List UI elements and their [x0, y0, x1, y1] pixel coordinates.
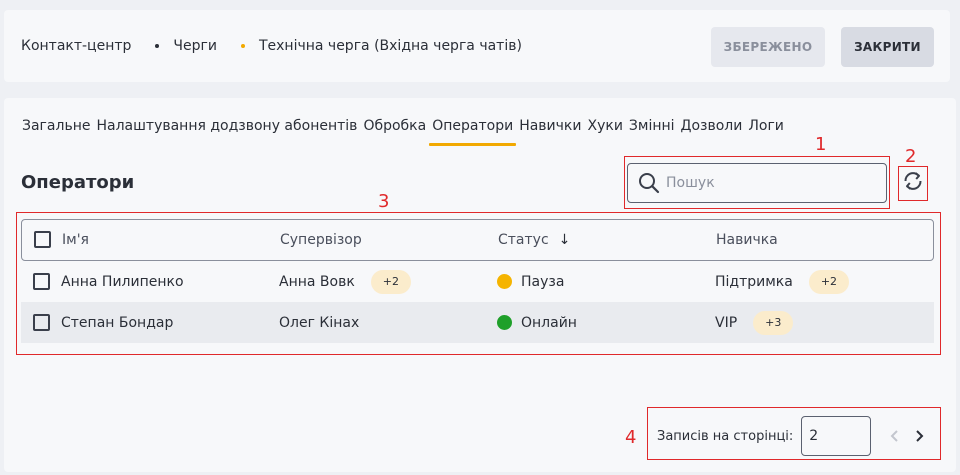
annotation-number: 1 — [815, 134, 827, 155]
rows-per-page-input[interactable]: 2 — [801, 416, 872, 456]
refresh-icon[interactable] — [901, 169, 925, 193]
tab-skills[interactable]: Навички — [516, 118, 584, 146]
tab-processing[interactable]: Обробка — [360, 118, 429, 146]
chevron-right-icon[interactable] — [909, 426, 929, 446]
search-icon — [639, 173, 660, 194]
breadcrumb-item-current: Технічна черга (Вхідна черга чатів) — [258, 38, 522, 54]
rows-per-page-label: Записів на сторінці: — [657, 428, 794, 444]
annotation-number: 3 — [378, 191, 390, 212]
skill-cell: Підтримка +2 — [715, 261, 850, 302]
skill-more-badge[interactable]: +2 — [808, 269, 850, 294]
breadcrumb-separator-dot — [155, 44, 160, 48]
skill-name: VIP — [715, 314, 738, 331]
tab-dialing-settings[interactable]: Налаштування додзвону абонентів — [93, 118, 360, 146]
table-row[interactable]: Анна Пилипенко Анна Вовк +2 Пауза Підтри… — [21, 261, 934, 302]
breadcrumb-item-queues[interactable]: Черги — [173, 38, 217, 54]
table-row[interactable]: Степан Бондар Олег Кінах Онлайн VIP +3 — [21, 302, 934, 343]
tab-variables[interactable]: Змінні — [626, 118, 678, 146]
supervisor-cell: Олег Кінах — [279, 302, 359, 343]
column-header-skill[interactable]: Навичка — [716, 220, 778, 260]
close-button[interactable]: ЗАКРИТИ — [841, 27, 934, 67]
search-field[interactable] — [627, 163, 887, 203]
status-dot-icon — [497, 315, 512, 330]
header-panel: Контакт-центр Черги Технічна черга (Вхід… — [4, 10, 950, 82]
status-cell: Пауза — [497, 261, 564, 302]
column-header-status[interactable]: Статус ↓ — [498, 220, 570, 260]
saved-button[interactable]: ЗБЕРЕЖЕНО — [711, 27, 825, 67]
pagination: Записів на сторінці: 2 — [657, 416, 929, 456]
arrow-down-icon: ↓ — [558, 232, 571, 248]
page-title: Оператори — [21, 172, 135, 193]
skill-name: Підтримка — [715, 273, 793, 290]
skill-more-badge[interactable]: +3 — [753, 310, 794, 335]
column-header-status-label: Статус — [498, 232, 549, 248]
breadcrumb-separator-dot-active — [240, 44, 245, 48]
select-all-checkbox[interactable] — [34, 231, 51, 248]
breadcrumb-item-contact-center[interactable]: Контакт-центр — [21, 38, 131, 54]
status-label: Пауза — [521, 273, 565, 290]
annotation-number: 4 — [625, 427, 637, 448]
tab-permissions[interactable]: Дозволи — [678, 118, 746, 146]
supervisor-more-badge[interactable]: +2 — [370, 269, 412, 294]
status-cell: Онлайн — [497, 302, 577, 343]
table-header: Ім'я Супервізор Статус ↓ Навичка — [21, 219, 934, 261]
status-label: Онлайн — [521, 314, 577, 331]
tab-hooks[interactable]: Хуки — [584, 118, 625, 146]
annotation-number: 2 — [905, 146, 917, 167]
supervisor-name: Олег Кінах — [279, 314, 360, 331]
column-header-name[interactable]: Ім'я — [62, 220, 89, 260]
tab-operators[interactable]: Оператори — [429, 118, 517, 146]
operator-name: Анна Пилипенко — [61, 273, 184, 290]
column-header-supervisor[interactable]: Супервізор — [280, 220, 362, 260]
row-checkbox[interactable] — [33, 273, 50, 290]
chevron-left-icon[interactable] — [885, 426, 905, 446]
tab-general[interactable]: Загальне — [22, 118, 93, 146]
tab-logs[interactable]: Логи — [745, 118, 787, 146]
supervisor-cell: Анна Вовк +2 — [279, 261, 412, 302]
main-panel: Загальне Налаштування додзвону абонентів… — [4, 98, 956, 472]
operator-name: Степан Бондар — [61, 314, 174, 331]
status-dot-icon — [497, 274, 512, 289]
breadcrumb: Контакт-центр Черги Технічна черга (Вхід… — [21, 38, 522, 54]
supervisor-name: Анна Вовк — [279, 273, 355, 290]
search-input[interactable] — [666, 175, 866, 191]
skill-cell: VIP +3 — [715, 302, 794, 343]
tab-bar: Загальне Налаштування додзвону абонентів… — [22, 118, 787, 146]
row-checkbox[interactable] — [33, 314, 50, 331]
